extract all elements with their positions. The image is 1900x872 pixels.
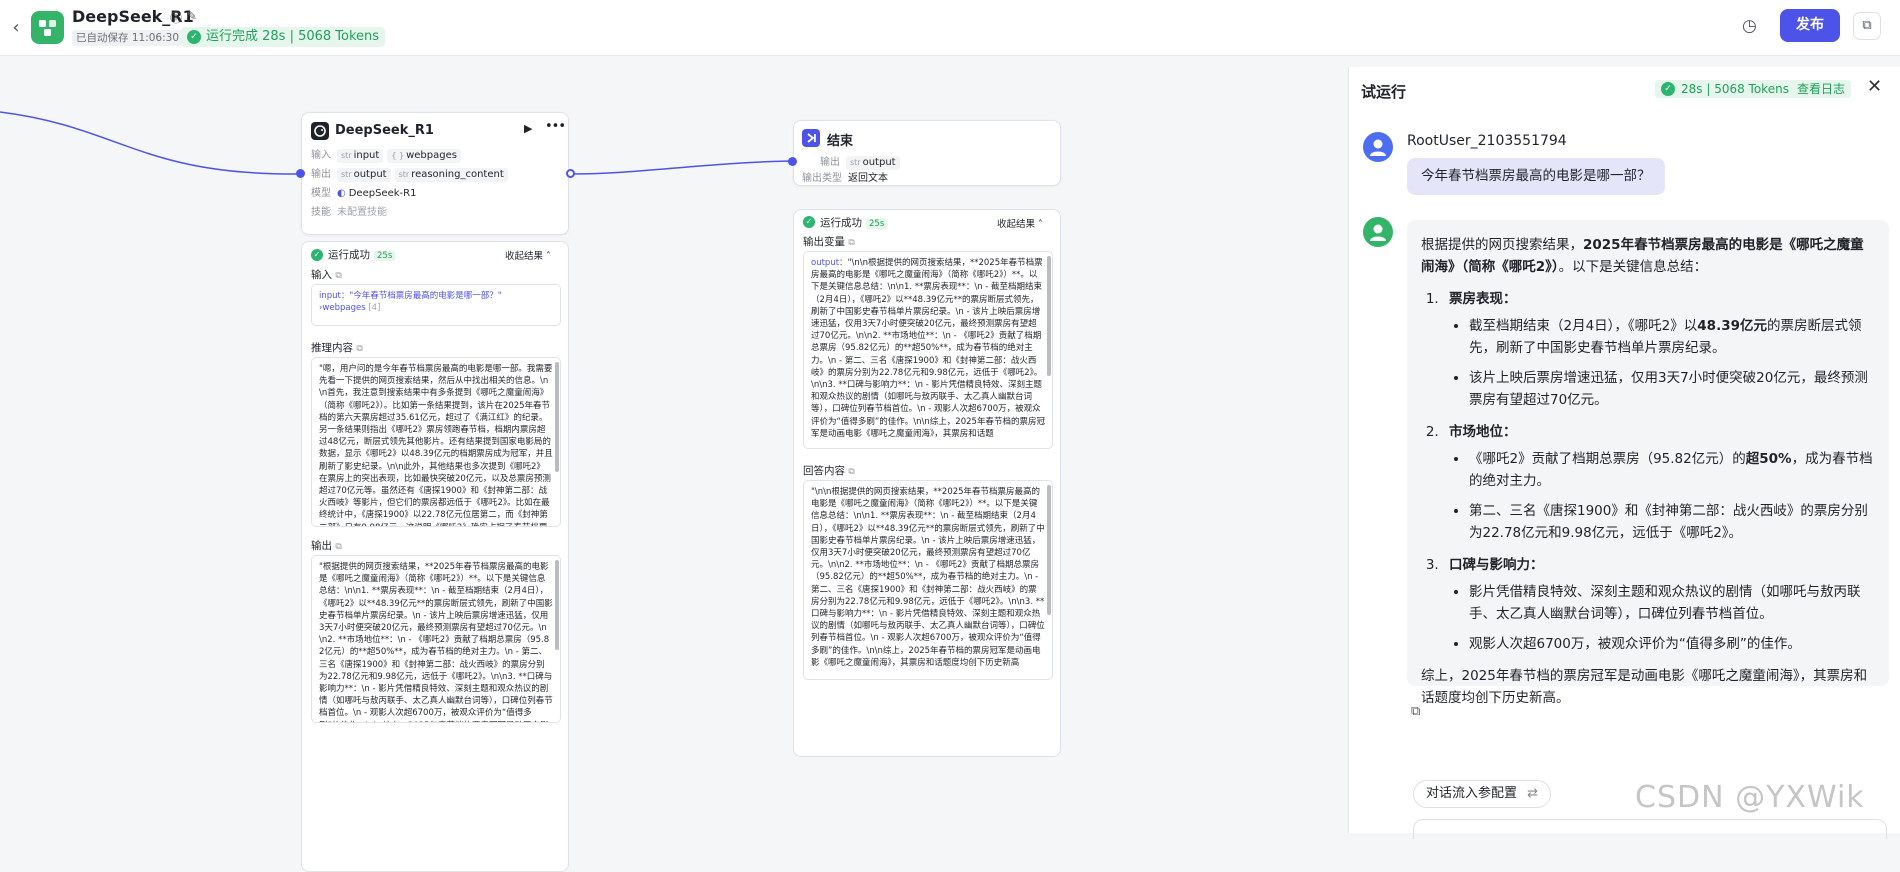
publish-button[interactable]: 发布 [1780,9,1840,42]
exit-icon [802,129,820,147]
end-input-port[interactable] [788,157,797,166]
scrollbar[interactable] [555,560,559,650]
copy-answer-icon[interactable]: ⧉ [1411,704,1420,719]
answer-section-2: 市场地位： 《哪吒2》贡献了档期总票房（95.82亿元）的超50%，成为春节档的… [1443,421,1875,544]
llm-reasoning-box[interactable]: "嗯，用户问的是今年春节档票房最高的电影是哪一部。我需要先看一下提供的网页搜索结… [311,357,561,527]
workflow-canvas[interactable]: DeepSeek_R1 ▶ ••• 输入 str input{ } webpages … [0,57,1348,872]
view-log-link[interactable]: 查看日志 [1797,82,1845,96]
end-answer-title: 回答内容 ⧉ [803,465,855,477]
inject-config-button[interactable]: 对话流入参配置 ⇄ [1413,780,1552,808]
llm-run-status: 运行成功 25s [328,247,396,262]
watermark: CSDN @YXWik [1635,780,1865,815]
llm-input-row: 输入 str input{ } webpages [311,149,465,163]
end-var-box[interactable]: output："\n\n根据提供的网页搜索结果，**2025年春节档票房最高的电… [803,251,1053,449]
copy-icon: ⧉ [848,467,855,477]
run-status-badge: ✓ 运行完成 28s | 5068 Tokens [181,27,386,47]
check-icon: ✓ [187,30,201,44]
close-icon[interactable]: ✕ [1867,76,1882,97]
bot-avatar [1363,217,1393,247]
llm-output-row: 输出 str output str reasoning_content [311,168,512,182]
user-avatar [1363,132,1393,162]
success-icon: ✓ [803,216,815,228]
check-icon: ✓ [1661,82,1675,96]
run-node-icon[interactable]: ▶ [524,122,532,135]
end-var-title: 输出变量 ⧉ [803,236,855,248]
llm-output-port[interactable] [566,169,575,178]
scrollbar[interactable] [1047,256,1051,376]
copy-icon: ⧉ [848,238,855,248]
autosave-status: 已自动保存 11:06:30 [72,30,183,46]
llm-output-title: 输出 ⧉ [311,540,342,552]
user-question: 今年春节档票房最高的电影是哪一部？ [1407,158,1665,195]
bot-answer: 根据提供的网页搜索结果，2025年春节档票房最高的电影是《哪吒之魔童闹海》（简称… [1407,220,1889,706]
end-result-panel: ✓ 运行成功 25s 收起结果 ˄ 输出变量 ⧉ output："\n\n根据提供… [793,209,1061,757]
app-logo [31,11,64,44]
llm-collapse-button[interactable]: 收起结果 ˄ [505,248,551,262]
settings-icon: ⇄ [1527,786,1539,801]
user-name: RootUser_2103551794 [1407,133,1567,149]
copy-icon: ⧉ [335,542,342,552]
answer-intro: 根据提供的网页搜索结果，2025年春节档票房最高的电影是《哪吒之魔童闹海》（简称… [1421,237,1864,275]
answer-conclusion: 综上，2025年春节档的票房冠军是动画电影《哪吒之魔童闹海》，其票房和话题度均创… [1421,668,1868,706]
trial-status-badge: ✓ 28s | 5068 Tokens 查看日志 [1655,80,1851,98]
llm-output-box[interactable]: "根据提供的网页搜索结果，**2025年春节档票房最高的电影是《哪吒之魔童闹海》… [311,555,561,723]
llm-input-title: 输入 ⧉ [311,269,342,281]
copy-icon: ⧉ [335,271,342,281]
info-icon[interactable]: ⓘ [170,9,182,26]
end-collapse-button[interactable]: 收起结果 ˄ [997,216,1043,230]
trial-run-panel: 试运行 ✓ 28s | 5068 Tokens 查看日志 ✕ RootUser_21… [1348,67,1900,839]
end-run-status: 运行成功 25s [820,215,888,230]
llm-node-title: DeepSeek_R1 [335,123,434,138]
scrollbar[interactable] [555,362,559,472]
edit-icon[interactable]: ✎ [187,9,197,23]
end-output-row: 输出 str output [820,156,904,170]
success-icon: ✓ [311,249,323,261]
llm-model-row: 模型 ◐ DeepSeek-R1 [311,188,417,199]
end-node[interactable]: 结束 输出 str output 输出类型 返回文本 [793,120,1061,186]
llm-reasoning-title: 推理内容 ⧉ [311,342,363,354]
chat-input[interactable] [1413,819,1887,839]
end-output-mode-row: 输出类型 返回文本 [802,173,888,184]
llm-input-port[interactable] [296,169,305,178]
trial-title: 试运行 [1361,83,1407,101]
end-answer-box[interactable]: "\n\n根据提供的网页搜索结果，**2025年春节档票房最高的电影是《哪吒之魔… [803,480,1053,680]
top-bar: ‹ DeepSeek_R1 ⓘ ✎ 已自动保存 11:06:30 ✓ 运行完成 2… [0,0,1900,56]
llm-result-panel: ✓ 运行成功 25s 收起结果 ˄ 输入 ⧉ input："今年春节档票房最高的电… [301,241,569,872]
copy-workflow-icon[interactable]: ⧉ [1853,12,1881,40]
answer-section-1: 票房表现： 截至档期结束（2月4日），《哪吒2》以48.39亿元的票房断层式领先… [1443,288,1875,411]
answer-section-3: 口碑与影响力： 影片凭借精良特效、深刻主题和观众热议的剧情（如哪吒与敖丙联手、太… [1443,554,1875,655]
history-icon[interactable]: ◷ [1742,16,1762,36]
llm-input-box: input："今年春节档票房最高的电影是哪一部？" ›webpages [4] [311,284,561,326]
edges [0,111,791,175]
more-icon[interactable]: ••• [545,119,566,134]
copy-icon: ⧉ [356,344,363,354]
llm-skill-row: 技能 未配置技能 [311,207,387,218]
end-node-title: 结束 [827,134,854,149]
llm-node[interactable]: DeepSeek_R1 ▶ ••• 输入 str input{ } webpages … [301,112,569,235]
scrollbar[interactable] [1047,485,1051,615]
model-icon: ◐ [337,188,346,199]
chevron-left-icon[interactable]: ‹ [6,16,26,40]
deepseek-logo-icon [311,122,329,140]
